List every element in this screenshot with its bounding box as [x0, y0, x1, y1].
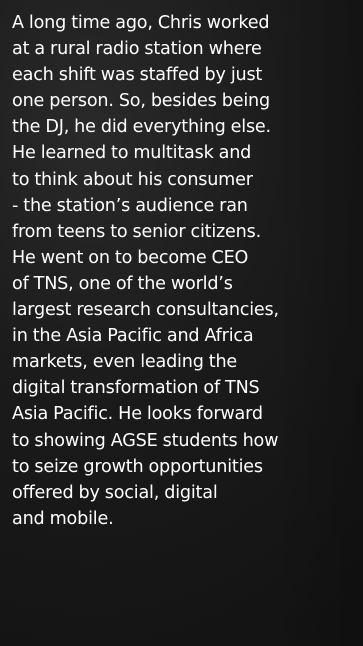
bio-line: He learned to multitask and	[12, 143, 252, 164]
bio-line: and mobile.	[12, 508, 114, 529]
bio-line: largest research consultancies,	[12, 300, 279, 321]
bio-line: in the Asia Pacific and Africa	[12, 326, 254, 347]
bio-line: to think about his consumer	[12, 169, 253, 190]
bio-line: digital transformation of TNS	[12, 378, 260, 399]
bio-line: A long time ago, Chris worked	[12, 13, 270, 33]
bio-line: the DJ, he did everything else.	[12, 117, 271, 138]
bio-line: each shift was staffed by just	[12, 65, 263, 86]
bio-line: of TNS, one of the world’s	[12, 273, 233, 294]
bio-text: A long time ago, Chris worked at a rural…	[12, 10, 359, 532]
bio-line: markets, even leading the	[12, 352, 238, 373]
bio-line: Asia Pacific. He looks forward	[12, 404, 263, 425]
bio-line: one person. So, besides being	[12, 91, 270, 112]
bio-line: - the station’s audience ran	[12, 195, 248, 216]
bio-line: offered by social, digital	[12, 482, 218, 503]
bio-line: from teens to senior citizens.	[12, 221, 261, 242]
bio-line: to showing AGSE students how	[12, 430, 279, 451]
bio-line: to seize growth opportunities	[12, 456, 263, 477]
bio-panel: A long time ago, Chris worked at a rural…	[0, 0, 363, 646]
bio-line: He went on to become CEO	[12, 247, 249, 268]
bio-line: at a rural radio station where	[12, 39, 262, 60]
